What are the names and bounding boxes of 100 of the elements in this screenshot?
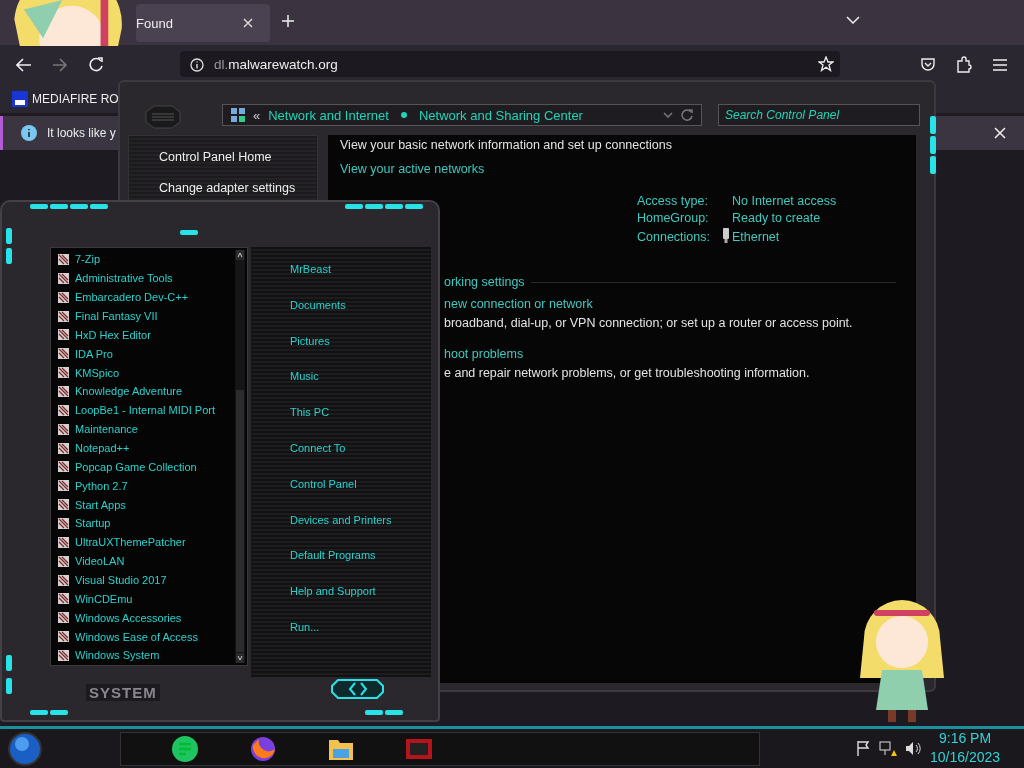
program-item[interactable]: IDA Pro xyxy=(58,344,247,364)
chevron-down-icon[interactable] xyxy=(846,16,860,24)
indicator-light xyxy=(90,204,108,209)
menu-link[interactable]: This PC xyxy=(290,406,330,442)
program-item[interactable]: HxD Hex Editor xyxy=(58,325,247,345)
field-label: HomeGroup: xyxy=(637,211,710,225)
indicator-light xyxy=(930,116,936,134)
separator-dot xyxy=(400,112,407,118)
browser-tab[interactable]: Found xyxy=(136,4,270,42)
program-item[interactable]: Embarcadero Dev-C++ xyxy=(58,287,247,307)
menu-link[interactable]: Help and Support xyxy=(290,585,376,621)
indicator-light xyxy=(50,710,68,715)
program-item[interactable]: Startup xyxy=(58,514,247,533)
program-item[interactable]: KMSpico xyxy=(58,363,247,382)
indicator-light xyxy=(70,204,88,209)
program-item[interactable]: Visual Studio 2017 xyxy=(58,570,247,590)
search-field[interactable]: Search Control Panel xyxy=(718,104,920,126)
address-bar[interactable]: « Network and Internet Network and Sharing Center xyxy=(222,104,702,126)
menu-link[interactable]: Devices and Printers xyxy=(290,513,392,550)
program-item[interactable]: Maintenance xyxy=(58,419,247,439)
program-item[interactable]: Windows System xyxy=(58,646,247,665)
clock[interactable]: 9:16 PM 10/16/2023 xyxy=(930,729,1001,767)
program-item[interactable]: WinCDEmu xyxy=(58,589,247,609)
back-icon[interactable] xyxy=(16,58,32,72)
menu-link[interactable]: Documents xyxy=(290,298,346,335)
breadcrumb-overflow[interactable]: « xyxy=(253,107,261,123)
program-item[interactable]: Final Fantasy VII xyxy=(58,306,247,326)
program-group-icon xyxy=(58,310,69,322)
menu-icon[interactable] xyxy=(992,58,1008,72)
menu-footer-label: SYSTEM xyxy=(86,684,160,701)
program-group-icon xyxy=(58,536,69,548)
program-group-icon xyxy=(58,404,69,416)
close-icon[interactable] xyxy=(994,127,1006,139)
program-item[interactable]: Knowledge Adventure xyxy=(58,382,247,401)
indicator-light xyxy=(345,204,363,209)
volume-icon[interactable] xyxy=(905,740,921,757)
new-tab-icon[interactable] xyxy=(282,15,294,27)
indicator-light xyxy=(6,228,12,244)
menu-link[interactable]: Connect To xyxy=(290,442,346,478)
dropdown-icon[interactable] xyxy=(663,112,673,118)
program-item[interactable]: VideoLAN xyxy=(58,551,247,571)
menu-link[interactable]: Pictures xyxy=(290,334,330,371)
pocket-icon[interactable] xyxy=(920,57,936,72)
start-button[interactable] xyxy=(8,732,42,766)
indicator-light xyxy=(30,710,48,715)
program-item[interactable]: Administrative Tools xyxy=(58,268,247,288)
scrollbar[interactable] xyxy=(235,250,245,663)
program-group-icon xyxy=(58,367,69,379)
menu-link[interactable]: Run... xyxy=(290,620,320,657)
bookmark-link[interactable]: MEDIAFIRE RO xyxy=(32,92,119,106)
sidebar-link[interactable]: Change adapter settings xyxy=(159,181,317,195)
reload-icon[interactable] xyxy=(89,57,104,72)
menu-link[interactable]: Control Panel xyxy=(290,477,357,514)
field-label: Access type: xyxy=(637,194,709,208)
indicator-light xyxy=(365,204,383,209)
section-heading: orking settings xyxy=(444,275,525,289)
nav-arrows-icon[interactable] xyxy=(330,676,386,702)
indicator-light xyxy=(50,204,68,209)
close-icon[interactable] xyxy=(242,18,253,28)
indicator-light xyxy=(6,655,12,671)
indicator-light xyxy=(385,710,403,715)
address-bar[interactable]: dl.malwarewatch.org xyxy=(180,51,840,77)
program-item[interactable]: UltraUXThemePatcher xyxy=(58,532,247,552)
menu-link[interactable]: Music xyxy=(290,370,319,407)
control-panel-icon xyxy=(231,108,245,122)
program-item[interactable]: Windows Ease of Access xyxy=(58,627,247,647)
program-group-icon xyxy=(58,253,69,265)
breadcrumb-item[interactable]: Network and Internet xyxy=(268,107,389,123)
task-link[interactable]: hoot problems xyxy=(444,347,524,361)
refresh-icon[interactable] xyxy=(681,109,693,121)
program-group-icon xyxy=(58,461,69,473)
program-item[interactable]: Popcap Game Collection xyxy=(58,457,247,477)
menu-link[interactable]: MrBeast xyxy=(290,263,331,299)
info-icon xyxy=(21,125,37,141)
program-group-icon xyxy=(58,574,69,586)
field-label: Connections: xyxy=(637,230,711,244)
browser-app-icon[interactable] xyxy=(249,735,277,763)
program-item[interactable]: Notepad++ xyxy=(58,438,247,458)
program-item[interactable]: Start Apps xyxy=(58,495,247,515)
program-item[interactable]: Windows Accessories xyxy=(58,608,247,628)
indicator-light xyxy=(6,678,12,694)
program-item[interactable]: 7-Zip xyxy=(58,250,247,269)
program-group-icon xyxy=(58,291,69,303)
program-item[interactable]: LoopBe1 - Internal MIDI Port xyxy=(58,400,247,420)
program-group-icon xyxy=(58,517,69,529)
field-value[interactable]: Ethernet xyxy=(732,230,857,244)
forward-icon[interactable] xyxy=(52,58,68,72)
program-group-icon xyxy=(58,499,69,511)
task-link[interactable]: new connection or network xyxy=(444,297,593,311)
menu-link[interactable]: Default Programs xyxy=(290,549,376,586)
notes-app-icon[interactable] xyxy=(171,735,199,763)
flag-icon[interactable] xyxy=(856,740,871,757)
breadcrumb-item[interactable]: Network and Sharing Center xyxy=(418,107,583,123)
program-item[interactable]: Python 2.7 xyxy=(58,476,247,496)
bookmark-star-icon[interactable] xyxy=(818,56,834,72)
network-warning-icon[interactable] xyxy=(879,740,897,757)
sidebar-link[interactable]: Control Panel Home xyxy=(159,150,317,164)
info-icon[interactable] xyxy=(190,58,204,72)
notification-text: It looks like y xyxy=(47,126,116,140)
extensions-icon[interactable] xyxy=(956,56,972,73)
